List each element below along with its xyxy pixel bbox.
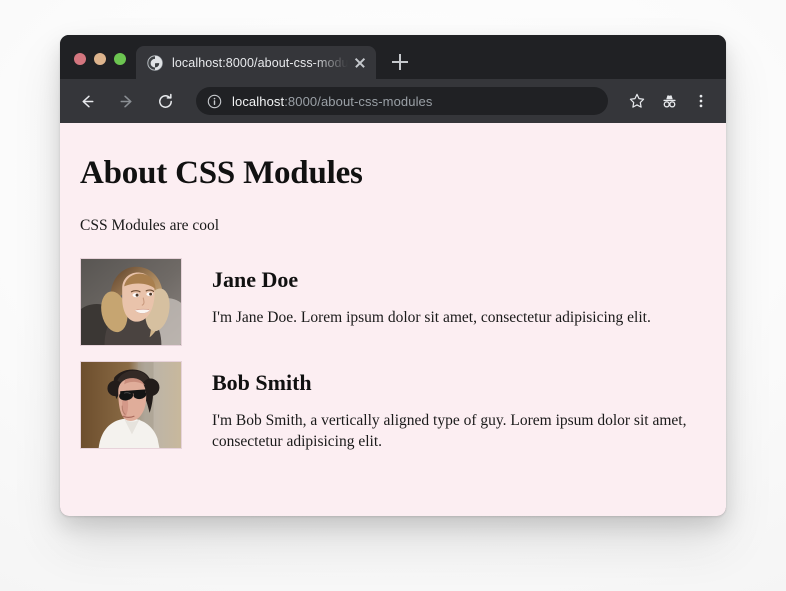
minimize-window-button[interactable] (94, 53, 106, 65)
plus-icon[interactable] (386, 48, 414, 76)
arrow-right-icon[interactable] (113, 88, 139, 114)
close-window-button[interactable] (74, 53, 86, 65)
profile-body: Jane Doe I'm Jane Doe. Lorem ipsum dolor… (182, 258, 696, 329)
gatsby-icon (147, 54, 163, 71)
browser-toolbar: localhost:8000/about-css-modules (60, 79, 726, 123)
arrow-left-icon[interactable] (74, 88, 100, 114)
profile-name: Bob Smith (212, 369, 312, 395)
address-bar[interactable]: localhost:8000/about-css-modules (196, 87, 608, 115)
maximize-window-button[interactable] (114, 53, 126, 65)
profile-name: Jane Doe (212, 266, 299, 292)
profile-card: Jane Doe I'm Jane Doe. Lorem ipsum dolor… (80, 257, 696, 346)
page-subtitle: CSS Modules are cool (80, 217, 220, 235)
window-controls (68, 53, 136, 79)
incognito-icon[interactable] (656, 88, 682, 114)
page-title: About CSS Modules (80, 155, 363, 191)
avatar (80, 360, 182, 449)
address-bar-url: localhost:8000/about-css-modules (232, 94, 433, 109)
profile-card: Bob Smith I'm Bob Smith, a vertically al… (80, 360, 696, 453)
star-icon[interactable] (624, 88, 650, 114)
reload-icon[interactable] (152, 88, 178, 114)
desktop-backdrop: localhost:8000/about-css-modules localho… (0, 0, 786, 591)
tab-strip: localhost:8000/about-css-modules (60, 35, 726, 79)
tab-title: localhost:8000/about-css-modules (172, 55, 348, 70)
profile-bio: I'm Bob Smith, a vertically aligned type… (212, 412, 687, 450)
page-viewport: About CSS Modules CSS Modules are cool J… (60, 123, 726, 516)
profile-body: Bob Smith I'm Bob Smith, a vertically al… (182, 361, 696, 453)
browser-tab-active[interactable]: localhost:8000/about-css-modules (136, 46, 376, 79)
browser-window: localhost:8000/about-css-modules localho… (60, 35, 726, 516)
three-dots-vertical-icon[interactable] (688, 88, 714, 114)
address-bar-path: :8000/about-css-modules (284, 93, 433, 109)
page-content: About CSS Modules CSS Modules are cool J… (60, 155, 726, 453)
profile-bio: I'm Jane Doe. Lorem ipsum dolor sit amet… (212, 309, 651, 327)
close-icon[interactable] (352, 55, 368, 71)
info-circle-icon[interactable] (207, 94, 222, 109)
address-bar-host: localhost (232, 93, 285, 109)
avatar (80, 257, 182, 346)
